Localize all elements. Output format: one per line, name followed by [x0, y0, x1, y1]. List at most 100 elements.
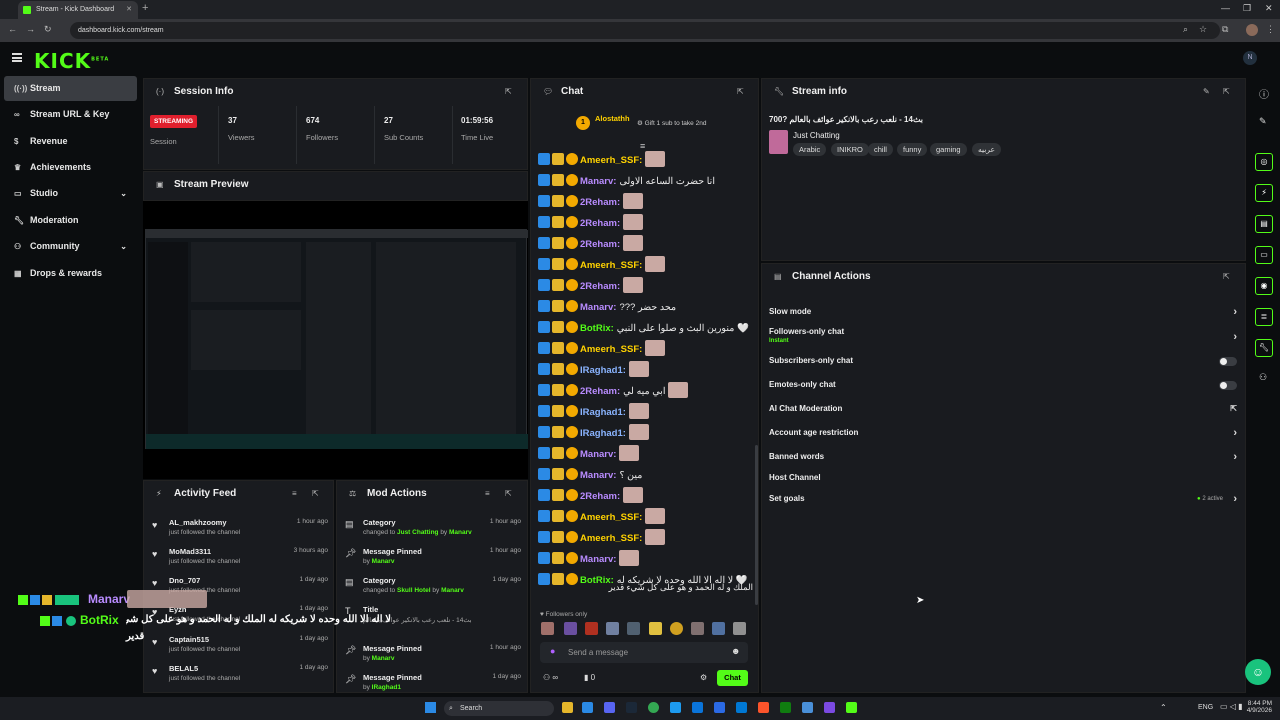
- user-avatar[interactable]: N: [1243, 51, 1257, 65]
- file-explorer-icon[interactable]: [562, 702, 573, 713]
- gift-sub-text[interactable]: ⚙ Gift 1 sub to take 2nd: [637, 119, 706, 127]
- back-icon[interactable]: ←: [8, 24, 17, 34]
- close-window-icon[interactable]: ✕: [1265, 3, 1273, 14]
- send-chat-button[interactable]: Chat: [717, 670, 748, 686]
- detail-user[interactable]: Manarv: [449, 529, 472, 536]
- chat-username[interactable]: 2Reham:: [580, 218, 620, 229]
- pinned-toggle-icon[interactable]: ≡: [640, 141, 645, 151]
- extensions-icon[interactable]: ⧉: [1222, 24, 1228, 35]
- chat-username[interactable]: IRaghad1:: [580, 365, 626, 376]
- filter-icon[interactable]: ≡: [292, 489, 297, 498]
- detail-user[interactable]: Manarv: [372, 558, 395, 565]
- popout-icon[interactable]: ⇱: [1223, 272, 1230, 281]
- followers-only-row[interactable]: Followers-only chat ›: [769, 323, 1239, 343]
- app-icon[interactable]: [714, 702, 725, 713]
- sidebar-item-achievements[interactable]: ♛ Achievements: [4, 155, 137, 180]
- app-icon[interactable]: [824, 702, 835, 713]
- category-name[interactable]: Just Chatting: [793, 131, 840, 140]
- popout-icon[interactable]: ⇱: [1223, 87, 1230, 96]
- subscribers-only-toggle[interactable]: [1219, 357, 1237, 366]
- app-icon[interactable]: [802, 702, 813, 713]
- chat-username[interactable]: Ameerh_SSF:: [580, 512, 642, 523]
- activity-user[interactable]: Dno_707: [169, 576, 200, 585]
- emotes-only-toggle[interactable]: [1219, 381, 1237, 390]
- chat-username[interactable]: Manarv:: [580, 470, 616, 481]
- popout-icon[interactable]: ⇱: [505, 87, 512, 96]
- account-age-row[interactable]: Account age restriction ›: [769, 424, 1239, 442]
- minimize-icon[interactable]: —: [1221, 3, 1230, 13]
- list-icon[interactable]: ≣: [1255, 308, 1273, 326]
- menu-kebab-icon[interactable]: ⋮: [1266, 24, 1275, 35]
- chat-username[interactable]: 2Reham:: [580, 386, 620, 397]
- tray-chevron-icon[interactable]: ⌃: [1160, 703, 1167, 712]
- chat-username[interactable]: Ameerh_SSF:: [580, 155, 642, 166]
- avatar[interactable]: [712, 622, 725, 635]
- steam-icon[interactable]: [626, 702, 637, 713]
- infinity-icon[interactable]: ⚇ ∞: [543, 673, 558, 682]
- xbox-icon[interactable]: [780, 702, 791, 713]
- camera-icon[interactable]: ◎: [1255, 153, 1273, 171]
- chat-username[interactable]: IRaghad1:: [580, 407, 626, 418]
- chat-username[interactable]: 2Reham:: [580, 281, 620, 292]
- document-icon[interactable]: ▤: [1255, 215, 1273, 233]
- chat-username[interactable]: Ameerh_SSF:: [580, 533, 642, 544]
- chat-settings-icon[interactable]: ⚙: [700, 673, 707, 682]
- taskbar-search[interactable]: ⌕ Search: [444, 701, 554, 716]
- filter-icon[interactable]: ≡: [485, 489, 490, 498]
- sidebar-item-stream-url[interactable]: ∞ Stream URL & Key: [4, 102, 137, 127]
- address-bar[interactable]: dashboard.kick.com/stream: [70, 22, 1220, 39]
- sidebar-item-studio[interactable]: ▭ Studio ⌄: [4, 181, 137, 206]
- detail-user[interactable]: IRaghad1: [372, 684, 401, 691]
- help-chat-button[interactable]: ☺: [1245, 659, 1271, 685]
- kick-logo[interactable]: KICKBETA: [34, 49, 109, 73]
- chat-scrollbar[interactable]: [755, 445, 758, 605]
- discord-icon[interactable]: [604, 702, 615, 713]
- chat-username[interactable]: 2Reham:: [580, 491, 620, 502]
- forward-icon[interactable]: →: [26, 24, 35, 34]
- browser-tab[interactable]: Stream - Kick Dashboard ✕: [18, 1, 138, 19]
- reload-icon[interactable]: ↻: [44, 24, 52, 35]
- chat-username[interactable]: 2Reham:: [580, 197, 620, 208]
- chat-username[interactable]: Manarv:: [580, 554, 616, 565]
- sidebar-item-drops[interactable]: ▦ Drops & rewards: [4, 261, 137, 286]
- popout-icon[interactable]: ⇱: [737, 87, 744, 96]
- slow-mode-row[interactable]: Slow mode ›: [769, 303, 1239, 321]
- emoji-icon[interactable]: ☻: [731, 646, 740, 656]
- new-tab-icon[interactable]: +: [142, 2, 148, 14]
- bolt-icon[interactable]: ⚡︎: [1255, 184, 1273, 202]
- edge-icon[interactable]: [692, 702, 703, 713]
- zoom-icon[interactable]: ⌕: [1183, 24, 1188, 35]
- network-icon[interactable]: ▭ ◁ ▮: [1220, 702, 1243, 711]
- chat-username[interactable]: IRaghad1:: [580, 428, 626, 439]
- store-icon[interactable]: [582, 702, 593, 713]
- chat-username[interactable]: Manarv:: [580, 176, 616, 187]
- sidebar-item-stream[interactable]: ((·)) Stream: [4, 76, 137, 101]
- set-goals-row[interactable]: Set goals ● 2 active ›: [769, 490, 1239, 508]
- edit-pencil-icon[interactable]: ✎: [1259, 116, 1267, 127]
- info-icon[interactable]: ⓘ: [1259, 86, 1269, 101]
- activity-user[interactable]: Captain515: [169, 635, 209, 644]
- chat-username[interactable]: Manarv:: [580, 302, 616, 313]
- avatar[interactable]: [691, 622, 704, 635]
- wrench-icon[interactable]: 🔧︎: [1255, 339, 1273, 357]
- maximize-icon[interactable]: ❐: [1243, 3, 1251, 14]
- kick-app-icon[interactable]: [846, 702, 857, 713]
- chat-username[interactable]: BotRix:: [580, 323, 614, 334]
- windows-start-icon[interactable]: [425, 702, 436, 713]
- sidebar-item-community[interactable]: ⚇ Community ⌄: [4, 234, 137, 259]
- ai-moderation-row[interactable]: AI Chat Moderation ⇱: [769, 400, 1239, 418]
- banned-words-row[interactable]: Banned words ›: [769, 448, 1239, 466]
- chat-input[interactable]: Send a message: [540, 642, 748, 663]
- avatar[interactable]: [541, 622, 554, 635]
- avatar[interactable]: [733, 622, 746, 635]
- activity-user[interactable]: BELAL5: [169, 664, 198, 673]
- activity-user[interactable]: MoMad3311: [169, 547, 211, 556]
- chrome-icon[interactable]: [648, 702, 659, 713]
- app-icon[interactable]: [670, 702, 681, 713]
- chat-username[interactable]: 2Reham:: [580, 239, 620, 250]
- avatar[interactable]: [606, 622, 619, 635]
- avatar[interactable]: [649, 622, 662, 635]
- chat-username[interactable]: Ameerh_SSF:: [580, 344, 642, 355]
- people-icon[interactable]: ⚇: [1259, 372, 1267, 383]
- popout-icon[interactable]: ⇱: [312, 489, 319, 498]
